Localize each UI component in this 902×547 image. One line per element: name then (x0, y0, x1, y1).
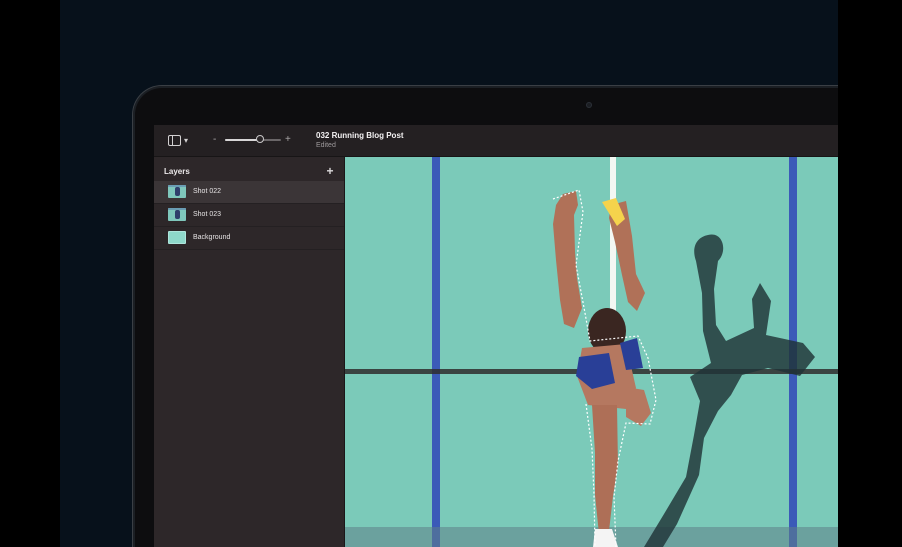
shot-thumbnail-icon (168, 208, 186, 221)
chevron-down-icon: ▾ (184, 135, 189, 145)
track-photo (345, 157, 838, 547)
document-status: Edited (316, 142, 336, 149)
app-window: ▾ - + 032 Running Blog Post Edited Layer… (154, 125, 838, 547)
lane-line-left (432, 157, 440, 547)
zoom-slider[interactable]: - + (213, 134, 293, 146)
add-layer-button[interactable]: + (323, 164, 337, 178)
photo-edge-shadow (838, 0, 902, 547)
shot-thumbnail-icon (168, 185, 186, 198)
layer-row-shot-023[interactable]: Shot 023 (154, 204, 344, 227)
bottom-shadow (345, 527, 838, 547)
product-photo-background: ▾ - + 032 Running Blog Post Edited Layer… (60, 0, 838, 547)
zoom-minus-icon: - (213, 134, 217, 145)
document-title: 032 Running Blog Post (316, 131, 404, 140)
background-thumbnail-icon (168, 231, 186, 244)
toolbar: ▾ - + 032 Running Blog Post Edited (154, 125, 838, 157)
layer-label: Shot 023 (193, 211, 222, 218)
sidebar-toggle-button[interactable]: ▾ (168, 134, 191, 147)
sidebar-toggle-icon (168, 135, 181, 146)
layer-label: Background (193, 234, 231, 241)
layer-row-shot-022[interactable]: Shot 022 (154, 181, 344, 204)
layers-header: Layers + (154, 157, 344, 180)
camera-icon (586, 102, 592, 108)
zoom-fill (225, 139, 260, 141)
canvas[interactable] (345, 157, 838, 547)
layers-title: Layers (164, 167, 190, 176)
layers-panel: Layers + Shot 022 Shot 023 Background (154, 157, 345, 547)
zoom-plus-icon: + (285, 134, 291, 145)
layer-row-background[interactable]: Background (154, 227, 344, 250)
zoom-thumb[interactable] (255, 135, 264, 143)
layer-label: Shot 022 (193, 188, 222, 195)
